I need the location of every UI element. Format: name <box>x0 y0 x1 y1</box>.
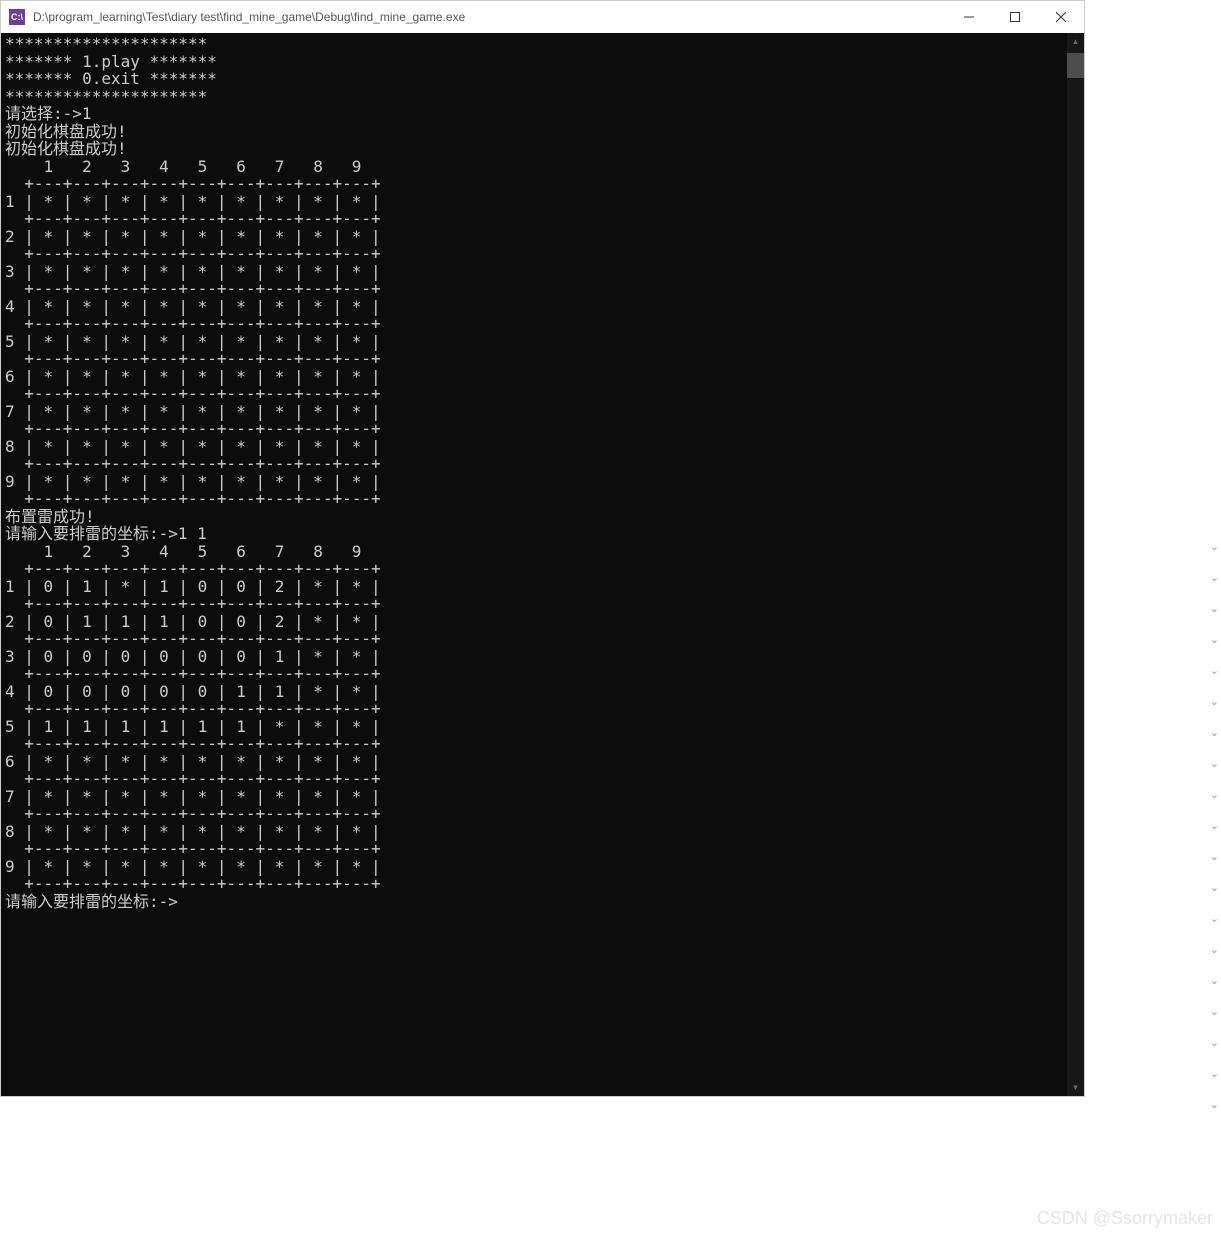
console-body: ********************* ******* 1.play ***… <box>1 33 1084 1096</box>
chevron-down-icon: ⌄ <box>1210 1098 1219 1111</box>
side-chevrons: ⌄ ⌄ ⌄ ⌄ ⌄ ⌄ ⌄ ⌄ ⌄ ⌄ ⌄ ⌄ ⌄ ⌄ ⌄ ⌄ ⌄ ⌄ ⌄ <box>1210 540 1219 1111</box>
scroll-up-icon[interactable]: ▲ <box>1067 33 1084 50</box>
console-output[interactable]: ********************* ******* 1.play ***… <box>1 33 1067 1096</box>
chevron-down-icon: ⌄ <box>1210 1067 1219 1080</box>
chevron-down-icon: ⌄ <box>1210 540 1219 553</box>
chevron-down-icon: ⌄ <box>1210 726 1219 739</box>
console-window: C:\ D:\program_learning\Test\diary test\… <box>0 0 1085 1097</box>
titlebar[interactable]: C:\ D:\program_learning\Test\diary test\… <box>1 1 1084 33</box>
chevron-down-icon: ⌄ <box>1210 850 1219 863</box>
chevron-down-icon: ⌄ <box>1210 912 1219 925</box>
scroll-thumb[interactable] <box>1067 53 1084 78</box>
chevron-down-icon: ⌄ <box>1210 633 1219 646</box>
chevron-down-icon: ⌄ <box>1210 695 1219 708</box>
window-title: D:\program_learning\Test\diary test\find… <box>33 10 946 24</box>
chevron-down-icon: ⌄ <box>1210 602 1219 615</box>
watermark: CSDN @Ssorrymaker <box>1037 1208 1213 1229</box>
chevron-down-icon: ⌄ <box>1210 819 1219 832</box>
chevron-down-icon: ⌄ <box>1210 757 1219 770</box>
chevron-down-icon: ⌄ <box>1210 943 1219 956</box>
scroll-down-icon[interactable]: ▼ <box>1067 1079 1084 1096</box>
chevron-down-icon: ⌄ <box>1210 881 1219 894</box>
close-button[interactable] <box>1038 1 1084 33</box>
chevron-down-icon: ⌄ <box>1210 974 1219 987</box>
minimize-button[interactable] <box>946 1 992 33</box>
maximize-button[interactable] <box>992 1 1038 33</box>
chevron-down-icon: ⌄ <box>1210 664 1219 677</box>
app-icon: C:\ <box>9 9 25 25</box>
vertical-scrollbar[interactable]: ▲ ▼ <box>1067 33 1084 1096</box>
chevron-down-icon: ⌄ <box>1210 1036 1219 1049</box>
chevron-down-icon: ⌄ <box>1210 1005 1219 1018</box>
window-controls <box>946 1 1084 33</box>
chevron-down-icon: ⌄ <box>1210 788 1219 801</box>
chevron-down-icon: ⌄ <box>1210 571 1219 584</box>
